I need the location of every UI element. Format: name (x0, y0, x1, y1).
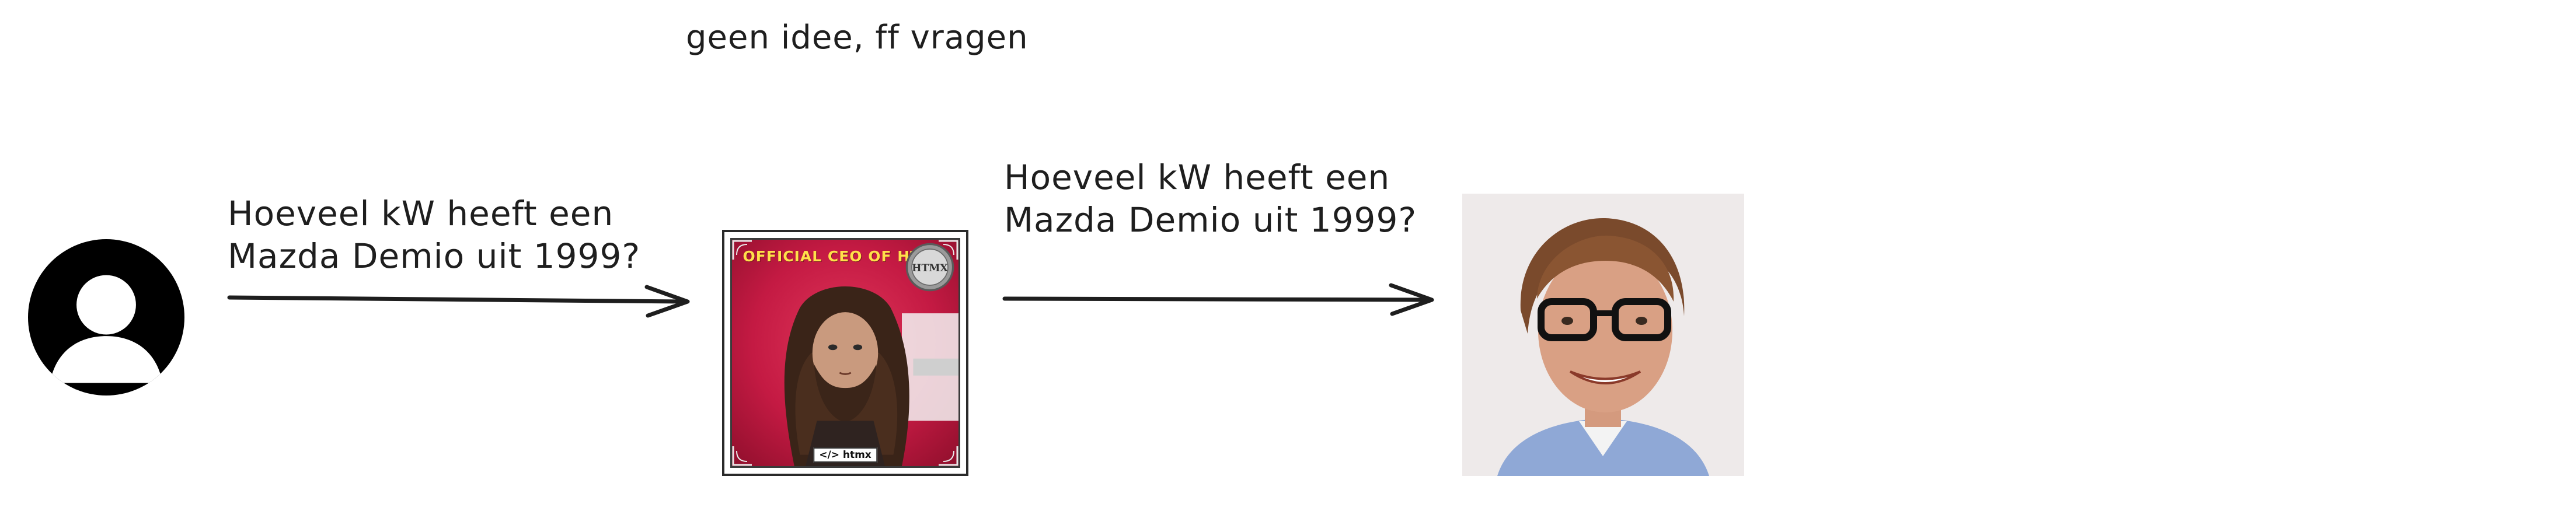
expert-portrait (1462, 194, 1744, 476)
diagram-canvas: geen idee, ff vragen Hoeveel kW heeft ee… (0, 0, 2576, 525)
arrow-ceo-to-expert (1002, 283, 1434, 316)
expert-photo (1462, 194, 1744, 476)
